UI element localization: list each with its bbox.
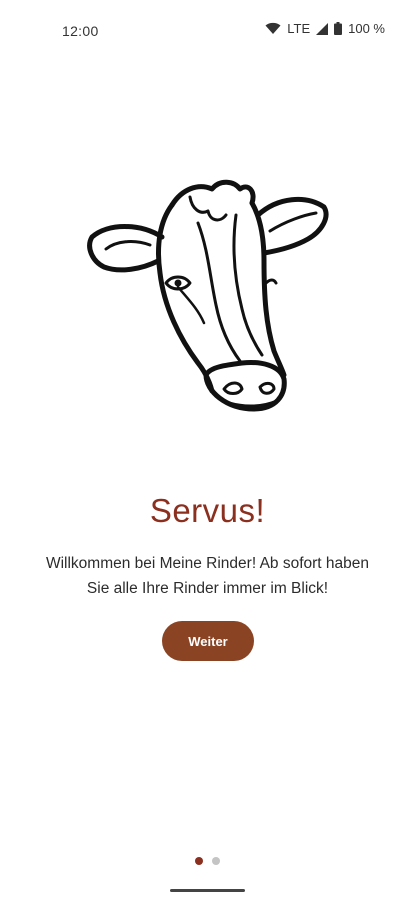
page-indicator <box>0 857 415 865</box>
home-indicator[interactable] <box>170 889 245 892</box>
network-label: LTE <box>287 21 311 36</box>
cow-head-illustration <box>80 175 340 425</box>
page-dot[interactable] <box>212 857 220 865</box>
welcome-title: Servus! <box>149 492 266 529</box>
status-icons: LTE 100 % <box>265 21 385 36</box>
battery-icon <box>334 22 343 35</box>
welcome-text-line-2: Sie alle Ihre Rinder immer im Blick! <box>86 580 329 597</box>
status-bar: 12:00 LTE 100 % <box>0 0 415 64</box>
page-dot-active[interactable] <box>195 857 203 865</box>
wifi-icon <box>265 22 281 35</box>
status-time: 12:00 <box>62 23 99 39</box>
welcome-text-line-1: Willkommen bei Meine Rinder! Ab sofort h… <box>45 555 370 572</box>
next-button[interactable]: Weiter <box>162 621 254 661</box>
welcome-text: Willkommen bei Meine Rinder! Ab sofort h… <box>20 551 395 601</box>
battery-percent: 100 % <box>348 21 385 36</box>
signal-icon <box>316 22 329 35</box>
